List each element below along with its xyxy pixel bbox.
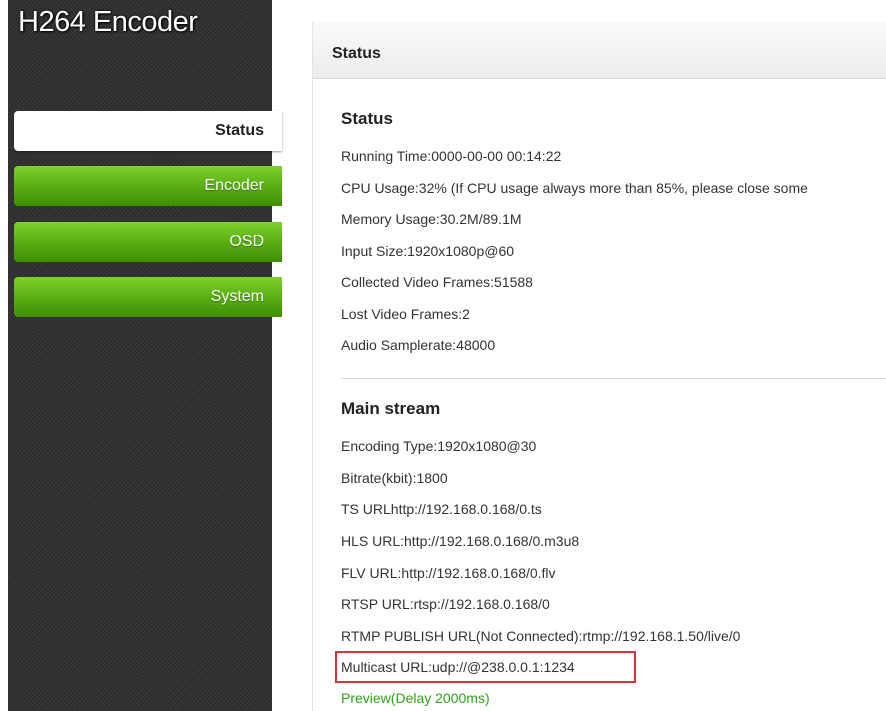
- main-stream-section-title: Main stream: [341, 399, 441, 418]
- lost-video-frames: Lost Video Frames:2: [341, 306, 470, 322]
- nav-item-encoder[interactable]: Encoder: [14, 166, 282, 206]
- memory-usage: Memory Usage:30.2M/89.1M: [341, 211, 522, 227]
- multicast-highlight-box: [335, 651, 636, 683]
- sidebar: H264 Encoder Status Encoder OSD System: [8, 0, 282, 711]
- collected-video-frames: Collected Video Frames:51588: [341, 274, 533, 290]
- preview-link[interactable]: Preview(Delay 2000ms): [341, 690, 490, 706]
- encoding-type: Encoding Type:1920x1080@30: [341, 438, 537, 454]
- nav-item-status[interactable]: Status: [14, 111, 282, 151]
- section-divider: [341, 378, 886, 379]
- audio-samplerate: Audio Samplerate:48000: [341, 337, 496, 353]
- running-time: Running Time:0000-00-00 00:14:22: [341, 148, 562, 164]
- main-panel: Status Status Running Time:0000-00-00 00…: [312, 22, 886, 711]
- panel-header: Status: [313, 22, 886, 79]
- flv-url: FLV URL:http://192.168.0.168/0.flv: [341, 565, 556, 581]
- status-section-title: Status: [341, 109, 393, 128]
- hls-url: HLS URL:http://192.168.0.168/0.m3u8: [341, 533, 580, 549]
- rtmp-publish-url: RTMP PUBLISH URL(Not Connected):rtmp://1…: [341, 628, 741, 644]
- bitrate: Bitrate(kbit):1800: [341, 470, 448, 486]
- app-title: H264 Encoder: [18, 6, 198, 38]
- cpu-usage: CPU Usage:32% (If CPU usage always more …: [341, 180, 808, 196]
- rtsp-url: RTSP URL:rtsp://192.168.0.168/0: [341, 596, 550, 612]
- nav-item-osd[interactable]: OSD: [14, 222, 282, 262]
- input-size: Input Size:1920x1080p@60: [341, 243, 515, 259]
- nav-item-system[interactable]: System: [14, 277, 282, 317]
- ts-url: TS URLhttp://192.168.0.168/0.ts: [341, 501, 542, 517]
